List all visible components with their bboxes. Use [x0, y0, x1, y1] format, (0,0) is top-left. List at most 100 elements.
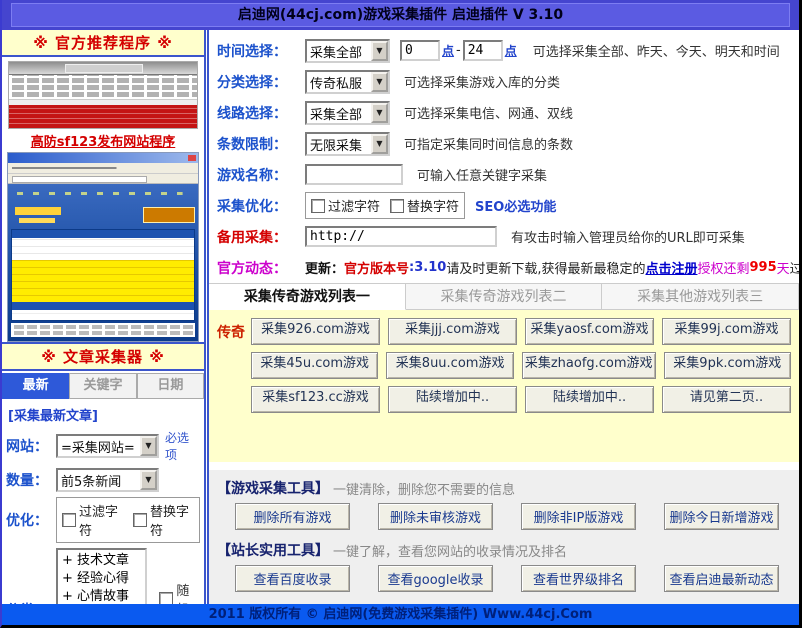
app-window: 启迪网(44cj.com)游戏采集插件 启迪插件 V 3.10 ※ 官方推荐程序…: [0, 0, 802, 628]
game-name-row: 游戏名称： 可输入任意关键字采集: [209, 159, 799, 190]
count-select-value: 前5条新闻: [58, 470, 140, 490]
check-world-rank-button[interactable]: 查看世界级排名: [521, 565, 636, 592]
tools-panel: 【游戏采集工具】 一键清除，删除您不需要的信息 删除所有游戏 删除未审核游戏 删…: [209, 470, 799, 604]
filter-option: 过滤字符: [62, 501, 123, 539]
check-baidu-index-button[interactable]: 查看百度收录: [235, 565, 350, 592]
delete-non-ip-games-button[interactable]: 删除非IP版游戏: [521, 503, 636, 530]
see-page-two-button[interactable]: 请见第二页..: [662, 386, 791, 413]
collect-yaosf-button[interactable]: 采集yaosf.com游戏: [525, 318, 654, 345]
delete-unreviewed-games-button[interactable]: 删除未审核游戏: [378, 503, 493, 530]
check-google-index-button[interactable]: 查看google收录: [378, 565, 493, 592]
news-update-prefix: 更新：: [305, 258, 344, 277]
game-button-row: 采集45u.com游戏 采集8uu.com游戏 采集zhaofg.com游戏 采…: [217, 352, 799, 379]
collect-form: 时间选择： 采集全部 ▼ 点 - 点 可选择采集全部、昨天、今天、明天和时间 分…: [209, 30, 799, 283]
category-item[interactable]: + 心情故事: [62, 588, 141, 604]
tab-date[interactable]: 日期: [137, 373, 204, 399]
game-name-input[interactable]: [305, 164, 403, 185]
collect-926-button[interactable]: 采集926.com游戏: [251, 318, 380, 345]
collect-45u-button[interactable]: 采集45u.com游戏: [251, 352, 378, 379]
category-select[interactable]: 传奇私服 ▼: [305, 70, 390, 94]
category-item[interactable]: + 经验心得: [62, 570, 141, 588]
count-label: 数量：: [6, 470, 56, 490]
game-name-label: 游戏名称：: [217, 165, 305, 185]
backup-url-input[interactable]: [305, 226, 497, 247]
check-qidi-news-button[interactable]: 查看启迪最新动态: [664, 565, 779, 592]
tab-keyword[interactable]: 关键字: [69, 373, 136, 399]
replace-checkbox[interactable]: [133, 513, 147, 527]
random-checkbox-label: 随机: [176, 580, 200, 604]
collect-sf123-button[interactable]: 采集sf123.cc游戏: [251, 386, 380, 413]
coming-soon-button[interactable]: 陆续增加中..: [525, 386, 654, 413]
thumb2-highlight-rows: [12, 260, 194, 302]
hour-from-input[interactable]: [400, 40, 440, 61]
tab-latest[interactable]: 最新: [2, 373, 69, 399]
news-auth-unit: 天: [777, 258, 790, 277]
category-row: 分类： + 技术文章 + 经验心得 + 心情故事 + 经典脚本 随机: [6, 548, 200, 604]
promo-screenshot-2[interactable]: [7, 152, 199, 342]
category-item[interactable]: + 技术文章: [62, 552, 141, 570]
hour-from-unit[interactable]: 点: [442, 42, 454, 59]
legend-row-label: 传奇: [217, 322, 251, 342]
hour-to-unit[interactable]: 点: [505, 42, 517, 59]
webmaster-tools-header: 【站长实用工具】 一键了解，查看您网站的收录情况及排名: [217, 540, 799, 560]
site-label: 网站：: [6, 436, 56, 456]
hour-range-dash: -: [456, 43, 461, 58]
chevron-down-icon[interactable]: ▼: [371, 41, 388, 61]
chevron-down-icon[interactable]: ▼: [140, 436, 157, 456]
coming-soon-button[interactable]: 陆续增加中..: [388, 386, 517, 413]
tab-game-list-2[interactable]: 采集传奇游戏列表二: [406, 283, 603, 310]
category-select-row: 分类选择： 传奇私服 ▼ 可选择采集游戏入库的分类: [209, 66, 799, 97]
tab-game-list-1[interactable]: 采集传奇游戏列表一: [209, 283, 406, 310]
filter-checkbox[interactable]: [62, 513, 76, 527]
replace-option: 替换字符: [390, 196, 459, 215]
filter-checkbox-label: 过滤字符: [328, 196, 380, 215]
register-link[interactable]: 点击注册: [645, 258, 697, 277]
filter-option: 过滤字符: [311, 196, 380, 215]
site-select[interactable]: =采集网站= ▼: [56, 434, 159, 458]
limit-select[interactable]: 无限采集 ▼: [305, 132, 390, 156]
replace-checkbox[interactable]: [390, 199, 404, 213]
chevron-down-icon[interactable]: ▼: [371, 103, 388, 123]
webmaster-tools-desc: 一键了解，查看您网站的收录情况及排名: [333, 541, 567, 560]
replace-option: 替换字符: [133, 501, 194, 539]
line-select[interactable]: 采集全部 ▼: [305, 101, 390, 125]
tab-game-list-3[interactable]: 采集其他游戏列表三: [602, 283, 799, 310]
delete-today-new-games-button[interactable]: 删除今日新增游戏: [664, 503, 779, 530]
time-select[interactable]: 采集全部 ▼: [305, 39, 390, 63]
filter-checkbox[interactable]: [311, 199, 325, 213]
collect-zhaofg-button[interactable]: 采集zhaofg.com游戏: [522, 352, 656, 379]
thumb2-browser-addressbar: [8, 174, 198, 184]
category-select-label: 分类选择：: [217, 72, 305, 92]
game-tools-title: 【游戏采集工具】: [217, 478, 329, 498]
thumb2-table-rows: [12, 238, 194, 260]
chevron-down-icon[interactable]: ▼: [140, 470, 157, 490]
latest-section-title: [采集最新文章]: [8, 405, 200, 424]
replace-checkbox-label: 替换字符: [150, 501, 194, 539]
collect-jjj-button[interactable]: 采集jjj.com游戏: [388, 318, 517, 345]
chevron-down-icon[interactable]: ▼: [371, 134, 388, 154]
promo-link[interactable]: 高防sf123发布网站程序: [8, 131, 198, 150]
thumb2-nav-banner: [11, 187, 195, 201]
random-checkbox[interactable]: [159, 592, 173, 604]
article-collector-header: ※ 文章采集器 ※: [2, 342, 204, 371]
thumb2-browser-menubar: [8, 163, 198, 174]
copyright-bar: 2011 版权所有 © 启迪网(免费游戏采集插件) Www.44cj.Com: [2, 604, 799, 625]
game-tools-buttons: 删除所有游戏 删除未审核游戏 删除非IP版游戏 删除今日新增游戏: [217, 503, 799, 538]
category-listbox[interactable]: + 技术文章 + 经验心得 + 心情故事 + 经典脚本: [56, 548, 147, 604]
delete-all-games-button[interactable]: 删除所有游戏: [235, 503, 350, 530]
thumb1-red-banner: [9, 105, 197, 129]
collect-99j-button[interactable]: 采集99j.com游戏: [662, 318, 791, 345]
promo-screenshot-1[interactable]: [8, 61, 198, 129]
collect-9pk-button[interactable]: 采集9pk.com游戏: [664, 352, 791, 379]
collect-8uu-button[interactable]: 采集8uu.com游戏: [386, 352, 513, 379]
chevron-down-icon[interactable]: ▼: [371, 72, 388, 92]
category-select-value: 传奇私服: [307, 72, 371, 92]
optimize-label: 优化：: [6, 510, 56, 530]
news-trailing-text: 过期: [790, 258, 799, 277]
hour-to-input[interactable]: [463, 40, 503, 61]
webmaster-tools-buttons: 查看百度收录 查看google收录 查看世界级排名 查看启迪最新动态: [217, 565, 799, 600]
webmaster-tools-title: 【站长实用工具】: [217, 540, 329, 560]
count-select[interactable]: 前5条新闻 ▼: [56, 468, 159, 492]
line-select-row: 线路选择： 采集全部 ▼ 可选择采集电信、网通、双线: [209, 97, 799, 128]
line-desc: 可选择采集电信、网通、双线: [404, 103, 573, 122]
